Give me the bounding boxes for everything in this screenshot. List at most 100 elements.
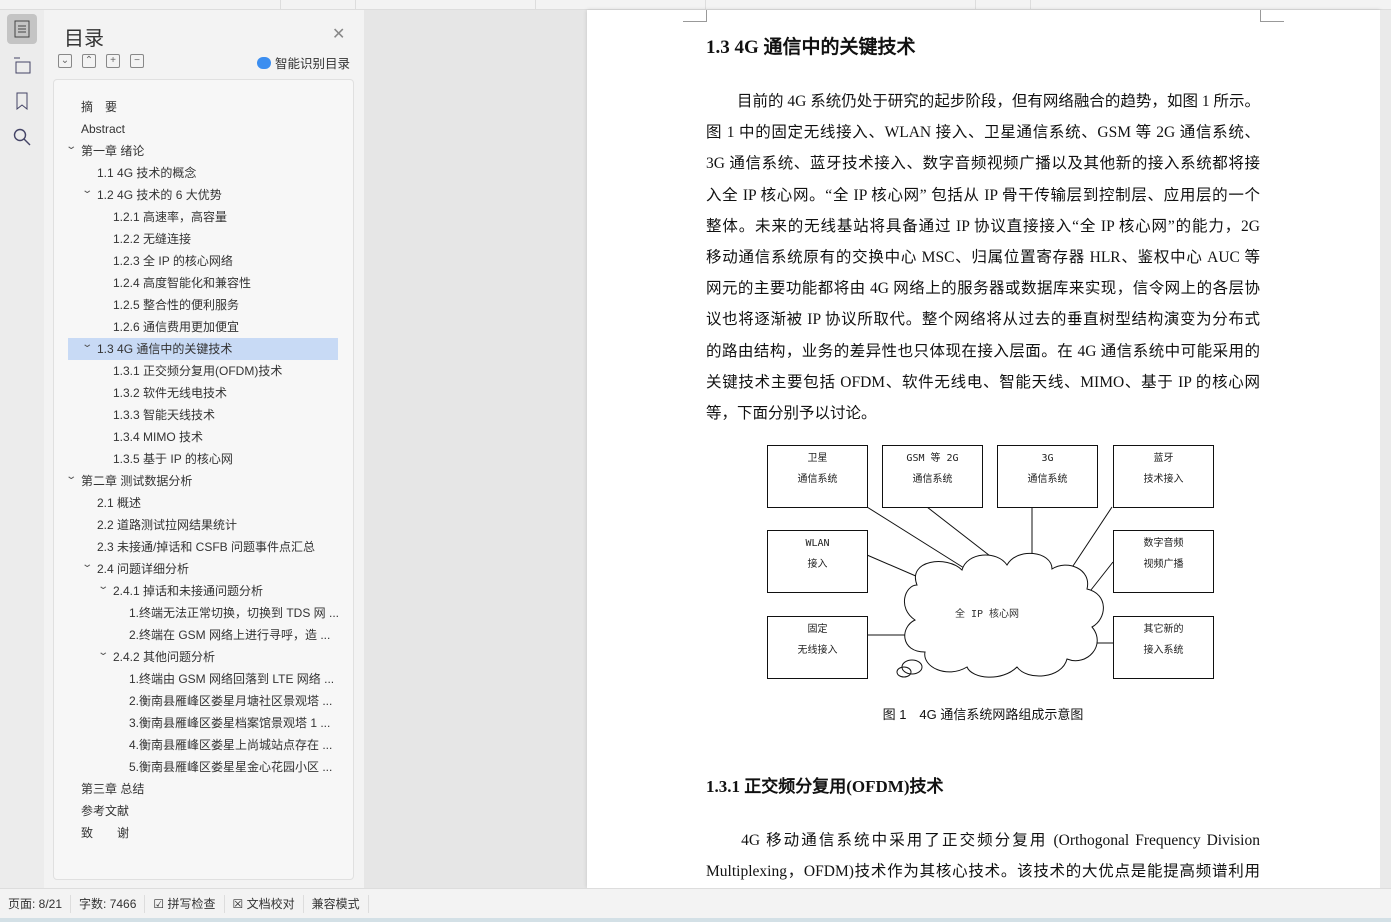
toc-item-label: 1.3.4 MIMO 技术 xyxy=(113,430,204,444)
paragraph: 目前的 4G 系统仍处于研究的起步阶段，但有网络融合的趋势，如图 1 所示。图 … xyxy=(706,86,1260,429)
toc-item-label: 1.2.2 无缝连接 xyxy=(113,232,192,246)
document-page: 1.3 4G 通信中的关键技术 目前的 4G 系统仍处于研究的起步阶段，但有网络… xyxy=(587,10,1380,888)
text-line: 入全 IP 核心网。“全 IP 核心网” 包括从 IP 骨干传输层到控制层、应用… xyxy=(706,186,1260,204)
figure-box: 3G 通信系统 xyxy=(997,445,1098,508)
toc-item-label: 5.衡南县雁峰区娄星星金心花园小区 ... xyxy=(129,760,333,774)
text-line: 4G 移动通信系统中采用了正交频分复用 (Orthogonal Frequenc… xyxy=(706,832,1260,849)
chevron-down-icon[interactable]: ⌄ xyxy=(65,466,77,488)
toc-item[interactable]: 1.3.2 软件无线电技术 xyxy=(68,382,338,404)
text-line: 整体。未来的无线基站将具备通过 IP 协议直接接入“全 IP 核心网”的能力，2… xyxy=(706,217,1260,235)
text-line: 网元的主要功能都将由 4G 网络上的服务器或数据库来实现，信令网上的各层协 xyxy=(706,280,1260,298)
spell-check-button[interactable]: ☑ 拼写检查 xyxy=(145,894,225,913)
search-icon[interactable] xyxy=(7,122,37,152)
toc-item-label: 2.1 概述 xyxy=(97,496,142,510)
toc-item[interactable]: 第三章 总结 xyxy=(68,778,338,800)
toc-item[interactable]: 3.衡南县雁峰区娄星档案馆景观塔 1 ... xyxy=(68,712,338,734)
collapse-up-icon[interactable]: ⌃ xyxy=(82,54,96,68)
toc-item[interactable]: ⌄ 1.3 4G 通信中的关键技术 xyxy=(68,338,338,360)
toc-item[interactable]: 1.3.3 智能天线技术 xyxy=(68,404,338,426)
text-line: 图 1 中的固定无线接入、WLAN 接入、卫星通信系统、GSM 等 2G 通信系… xyxy=(706,124,1260,142)
proofread-button[interactable]: ☒ 文档校对 xyxy=(225,894,304,913)
toc-item[interactable]: 2.衡南县雁峰区娄星月塘社区景观塔 ... xyxy=(68,690,338,712)
smart-icon xyxy=(256,56,271,69)
toc-item-label: 2.衡南县雁峰区娄星月塘社区景观塔 ... xyxy=(129,694,333,708)
margin-mark xyxy=(1260,10,1284,22)
toc-item-label: 1.2.6 通信费用更加便宜 xyxy=(113,320,240,334)
toc-item[interactable]: 1.2.1 高速率，高容量 xyxy=(68,206,338,228)
toc-item[interactable]: 1.3.5 基于 IP 的核心网 xyxy=(68,448,338,470)
toc-item[interactable]: 1.终端由 GSM 网络回落到 LTE 网络 ... xyxy=(68,668,338,690)
chevron-down-icon[interactable]: ⌄ xyxy=(65,136,77,158)
toc-item-label: 2.3 未接通/掉话和 CSFB 问题事件点汇总 xyxy=(97,540,316,554)
bottom-edge xyxy=(0,918,1391,922)
toc-item[interactable]: 1.2.3 全 IP 的核心网络 xyxy=(68,250,338,272)
toc-item[interactable]: ⌄ 2.4.1 掉话和未接通问题分析 xyxy=(68,580,338,602)
chevron-down-icon[interactable]: ⌄ xyxy=(97,642,109,664)
toc-item[interactable]: 1.终端无法正常切换，切换到 TDS 网 ... xyxy=(68,602,339,624)
toc-item-label: 摘 要 xyxy=(81,100,118,114)
chevron-down-icon[interactable]: ⌄ xyxy=(97,576,109,598)
chevron-down-icon[interactable]: ⌄ xyxy=(81,334,93,356)
chevron-down-icon[interactable]: ⌄ xyxy=(81,180,93,202)
toc-item[interactable]: 1.2.5 整合性的便利服务 xyxy=(68,294,338,316)
compat-mode: 兼容模式 xyxy=(304,894,369,913)
toc-item-label: 1.3.2 软件无线电技术 xyxy=(113,386,228,400)
toc-item-label: 2.4.2 其他问题分析 xyxy=(113,650,216,664)
figure-caption: 图 1 4G 通信系统网路组成示意图 xyxy=(882,707,1084,722)
side-rail xyxy=(0,10,44,888)
toc-panel: 目录 ✕ ⌄ ⌃ + − 智能识别目录 摘 要 Abstract ⌄ 第一章 绪论 1.… xyxy=(44,10,364,888)
toc-item[interactable]: 1.3.4 MIMO 技术 xyxy=(68,426,338,448)
toc-item-label: 1.2.3 全 IP 的核心网络 xyxy=(113,254,233,268)
expand-down-icon[interactable]: ⌄ xyxy=(58,54,72,68)
toc-item[interactable]: 4.衡南县雁峰区娄星上尚城站点存在 ... xyxy=(68,734,338,756)
bookmark-icon[interactable] xyxy=(7,86,37,116)
toc-item[interactable]: 1.2.2 无缝连接 xyxy=(68,228,338,250)
close-icon[interactable]: ✕ xyxy=(332,24,345,44)
toc-item[interactable]: ⌄ 2.4.2 其他问题分析 xyxy=(68,646,338,668)
toc-item[interactable]: 5.衡南县雁峰区娄星星金心花园小区 ... xyxy=(68,756,338,778)
toc-list: 摘 要 Abstract ⌄ 第一章 绪论 1.1 4G 技术的概念 ⌄ 1.2 4G 技术… xyxy=(53,79,354,880)
toc-item[interactable]: 2.3 未接通/掉话和 CSFB 问题事件点汇总 xyxy=(68,536,338,558)
toc-item-label: 致 谢 xyxy=(81,826,130,840)
toc-item-label: 1.2.1 高速率，高容量 xyxy=(113,210,228,224)
toc-item-label: 2.2 道路测试拉网结果统计 xyxy=(97,518,238,532)
collapse-all-icon[interactable]: − xyxy=(130,54,144,68)
toc-item[interactable]: 摘 要 xyxy=(68,96,338,118)
toc-item[interactable]: Abstract xyxy=(68,118,338,140)
toc-item-label: 1.2.4 高度智能化和兼容性 xyxy=(113,276,252,290)
toc-item-label: 第三章 总结 xyxy=(81,782,145,796)
section-heading: 1.3 4G 通信中的关键技术 xyxy=(706,37,916,58)
subsection-heading: 1.3.1 正交频分复用(OFDM)技术 xyxy=(706,777,944,796)
figure-box: 卫星 通信系统 xyxy=(767,445,868,508)
toc-item[interactable]: 致 谢 xyxy=(68,822,338,844)
toc-item[interactable]: 2.2 道路测试拉网结果统计 xyxy=(68,514,338,536)
toc-item[interactable]: 1.3.1 正交频分复用(OFDM)技术 xyxy=(68,360,338,382)
text-line: 的路由结构，业务的差异性也只体现在接入层面。在 4G 通信系统中可能采用的 xyxy=(706,342,1260,360)
toc-item[interactable]: 参考文献 xyxy=(68,800,338,822)
toc-item-label: 1.3.5 基于 IP 的核心网 xyxy=(113,452,233,466)
expand-all-icon[interactable]: + xyxy=(106,54,120,68)
toc-item[interactable]: 1.1 4G 技术的概念 xyxy=(68,162,338,184)
outline-icon[interactable] xyxy=(7,50,37,80)
word-count[interactable]: 字数: 7466 xyxy=(71,894,146,913)
page-indicator[interactable]: 页面: 8/21 xyxy=(0,894,72,913)
toc-item-label: 1.2.5 整合性的便利服务 xyxy=(113,298,240,312)
toc-item[interactable]: ⌄ 第一章 绪论 xyxy=(65,140,338,162)
figure-box: 数字音频 视频广播 xyxy=(1113,530,1214,593)
toc-item[interactable]: 1.2.6 通信费用更加便宜 xyxy=(68,316,338,338)
toc-item[interactable]: 2.1 概述 xyxy=(68,492,338,514)
smart-toc-button[interactable]: 智能识别目录 xyxy=(256,53,350,72)
workspace-background xyxy=(364,10,587,888)
toc-item[interactable]: ⌄ 1.2 4G 技术的 6 大优势 xyxy=(68,184,338,206)
vertical-scrollbar[interactable] xyxy=(1380,10,1391,888)
toc-item[interactable]: 1.2.4 高度智能化和兼容性 xyxy=(68,272,338,294)
figure-box: 蓝牙 技术接入 xyxy=(1113,445,1214,508)
toc-item-label: 1.终端由 GSM 网络回落到 LTE 网络 ... xyxy=(129,672,335,686)
toc-item-label: 1.3.1 正交频分复用(OFDM)技术 xyxy=(113,364,283,378)
toc-item-label: 2.终端在 GSM 网络上进行寻呼，造 ... xyxy=(129,628,331,642)
toc-item[interactable]: ⌄ 第二章 测试数据分析 xyxy=(65,470,338,492)
toc-item-label: 2.4.1 掉话和未接通问题分析 xyxy=(113,584,264,598)
toc-icon[interactable] xyxy=(7,14,37,44)
status-bar: 页面: 8/21 字数: 7466 ☑ 拼写检查 ☒ 文档校对 兼容模式 xyxy=(0,888,1391,918)
chevron-down-icon[interactable]: ⌄ xyxy=(81,554,93,576)
